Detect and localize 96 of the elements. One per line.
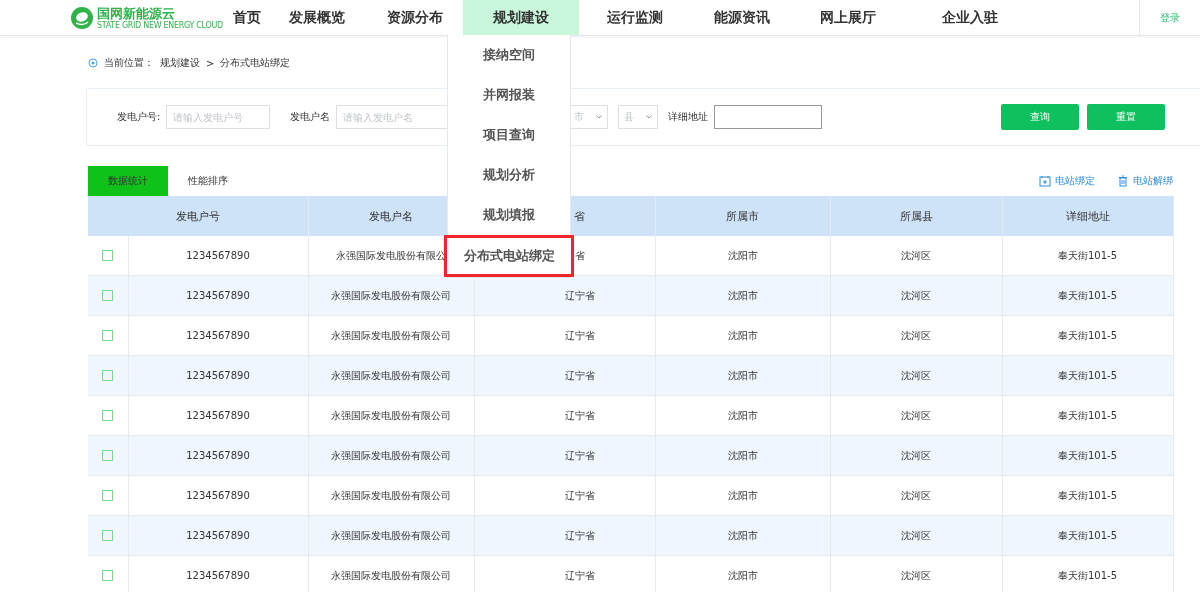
menu-item[interactable]: 分布式电站绑定 [444,235,574,277]
nav-item[interactable]: 网上展厅 [792,0,903,35]
table-cell: 1234567890 [128,275,308,316]
breadcrumb-item: 分布式电站绑定 [220,56,291,70]
breadcrumb-label: 当前位置： [104,56,154,70]
row-checkbox[interactable] [102,290,114,302]
table-cell: 奉天街101-5 [1002,515,1173,556]
logo-icon [70,5,94,30]
column-header: 发电户号 [88,196,308,236]
table-cell: 沈河区 [830,315,1002,356]
table-cell: 沈阳市 [655,475,830,516]
table-cell: 奉天街101-5 [1002,555,1173,592]
table-cell: 永强国际发电股份有限公司 [308,275,474,316]
table-cell: 沈阳市 [655,555,830,592]
table-cell: 奉天街101-5 [1002,355,1173,396]
field-label: 发电户名 [290,110,331,124]
table-cell: 奉天街101-5 [1002,236,1173,276]
table-cell: 辽宁省 [474,315,655,356]
table-cell: 辽宁省 [474,395,655,436]
table-cell: 沈阳市 [655,435,830,476]
table-cell: 1234567890 [128,355,308,396]
table-cell: 辽宁省 [474,275,655,316]
table-cell: 沈河区 [830,395,1002,436]
table-cell: 沈阳市 [655,515,830,556]
table-cell: 辽宁省 [474,515,655,556]
table-cell: 永强国际发电股份有限公司 [308,475,474,516]
table-cell: 沈河区 [830,435,1002,476]
table-cell: 沈河区 [830,275,1002,316]
table-cell: 1234567890 [128,555,308,592]
chevron-icon [646,115,653,119]
nav-item[interactable]: 发展概览 [266,0,367,35]
table-cell: 沈河区 [830,515,1002,556]
table-cell: 奉天街101-5 [1002,475,1173,516]
nav-item[interactable]: 运行监测 [578,0,691,35]
table-cell: 奉天街101-5 [1002,275,1173,316]
table-cell: 1234567890 [128,395,308,436]
action-button[interactable]: 电站解绑 [1117,174,1173,188]
menu-item[interactable]: 规划分析 [448,155,570,195]
nav-item[interactable]: 能源资讯 [690,0,793,35]
table-cell: 沈河区 [830,355,1002,396]
row-checkbox[interactable] [102,530,114,542]
table-cell: 1234567890 [128,475,308,516]
row-checkbox[interactable] [102,250,114,262]
chevron-icon [596,115,603,119]
trash-icon [1117,175,1129,187]
table-cell: 辽宁省 [474,475,655,516]
table-cell: 沈河区 [830,555,1002,592]
row-checkbox[interactable] [102,330,114,342]
logo-subtitle: STATE GRID NEW ENERGY CLOUD [97,20,223,30]
logo-title: 国网新能源云 [97,5,176,21]
table-cell: 沈阳市 [655,315,830,356]
tab[interactable]: 性能排序 [168,166,248,196]
calendar-add-icon [1039,175,1051,187]
table-cell: 沈河区 [830,475,1002,516]
row-checkbox[interactable] [102,490,114,502]
table-cell: 沈阳市 [655,236,830,276]
table-cell: 辽宁省 [474,555,655,592]
table-cell: 沈河区 [830,236,1002,276]
table-cell: 辽宁省 [474,435,655,476]
row-checkbox[interactable] [102,450,114,462]
table-cell: 永强国际发电股份有限公司 [308,395,474,436]
table-cell: 辽宁省 [474,355,655,396]
table-cell: 1234567890 [128,315,308,356]
breadcrumb-item[interactable]: 规划建设 [160,56,200,70]
table-cell: 永强国际发电股份有限公司 [308,555,474,592]
table-cell: 奉天街101-5 [1002,435,1173,476]
nav-item[interactable]: 企业入驻 [902,0,1038,35]
table-cell: 1234567890 [128,435,308,476]
table-cell: 沈阳市 [655,395,830,436]
table-cell: 1234567890 [128,515,308,556]
field-label: 详细地址 [668,110,709,124]
action-button[interactable]: 电站绑定 [1039,174,1095,188]
table-cell: 永强国际发电股份有限公司 [308,355,474,396]
column-header: 所属县 [830,196,1002,236]
row-checkbox[interactable] [102,410,114,422]
table-cell: 1234567890 [128,236,308,276]
nav-item[interactable]: 资源分布 [366,0,463,35]
table-cell: 沈阳市 [655,275,830,316]
table-cell: 奉天街101-5 [1002,395,1173,436]
table-cell: 沈阳市 [655,355,830,396]
column-header: 所属市 [655,196,830,236]
row-checkbox[interactable] [102,570,114,582]
nav-item[interactable]: 规划建设 [462,0,579,35]
column-header: 详细地址 [1002,196,1173,236]
nav-item[interactable]: 首页 [226,0,267,35]
tab[interactable]: 数据统计 [88,166,168,196]
location-icon [88,58,98,68]
field-label: 发电户号: [117,110,161,124]
table-cell: 永强国际发电股份有限公司 [308,315,474,356]
row-checkbox[interactable] [102,370,114,382]
table-cell: 永强国际发电股份有限公司 [308,515,474,556]
input-field[interactable] [714,105,823,129]
menu-item[interactable]: 接纳空间 [448,35,570,75]
table-cell: 奉天街101-5 [1002,315,1173,356]
breadcrumb-separator: > [206,57,215,69]
table-cell: 永强国际发电股份有限公司 [308,435,474,476]
